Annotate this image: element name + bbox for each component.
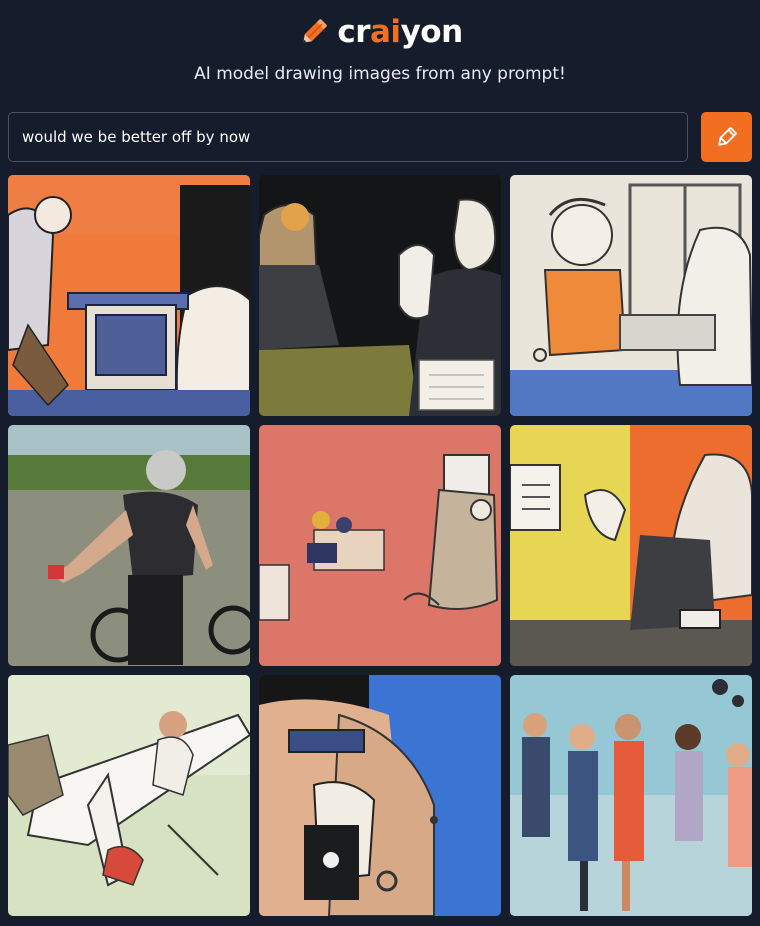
craiyon-page: craiyon AI model drawing images from any… bbox=[0, 0, 760, 926]
result-image-8[interactable] bbox=[259, 675, 501, 916]
result-image-5[interactable] bbox=[259, 425, 501, 666]
logo-text-prefix: cr bbox=[337, 14, 371, 50]
logo-text-accent: ai bbox=[370, 14, 401, 50]
draw-button[interactable] bbox=[701, 112, 752, 162]
logo-text-suffix: yon bbox=[400, 14, 464, 50]
result-image-1[interactable] bbox=[8, 175, 250, 416]
prompt-input[interactable] bbox=[8, 112, 688, 162]
header: craiyon AI model drawing images from any… bbox=[0, 0, 760, 100]
results-grid bbox=[8, 175, 752, 918]
result-image-9[interactable] bbox=[510, 675, 752, 916]
result-image-3[interactable] bbox=[510, 175, 752, 416]
pencil-icon bbox=[303, 19, 328, 43]
result-image-2[interactable] bbox=[259, 175, 501, 416]
result-image-4[interactable] bbox=[8, 425, 250, 666]
pencil-icon bbox=[717, 126, 737, 146]
logo-text: craiyon bbox=[337, 12, 464, 52]
logo[interactable]: craiyon bbox=[0, 10, 760, 54]
result-image-7[interactable] bbox=[8, 675, 250, 916]
result-image-6[interactable] bbox=[510, 425, 752, 666]
tagline: AI model drawing images from any prompt! bbox=[194, 64, 566, 84]
